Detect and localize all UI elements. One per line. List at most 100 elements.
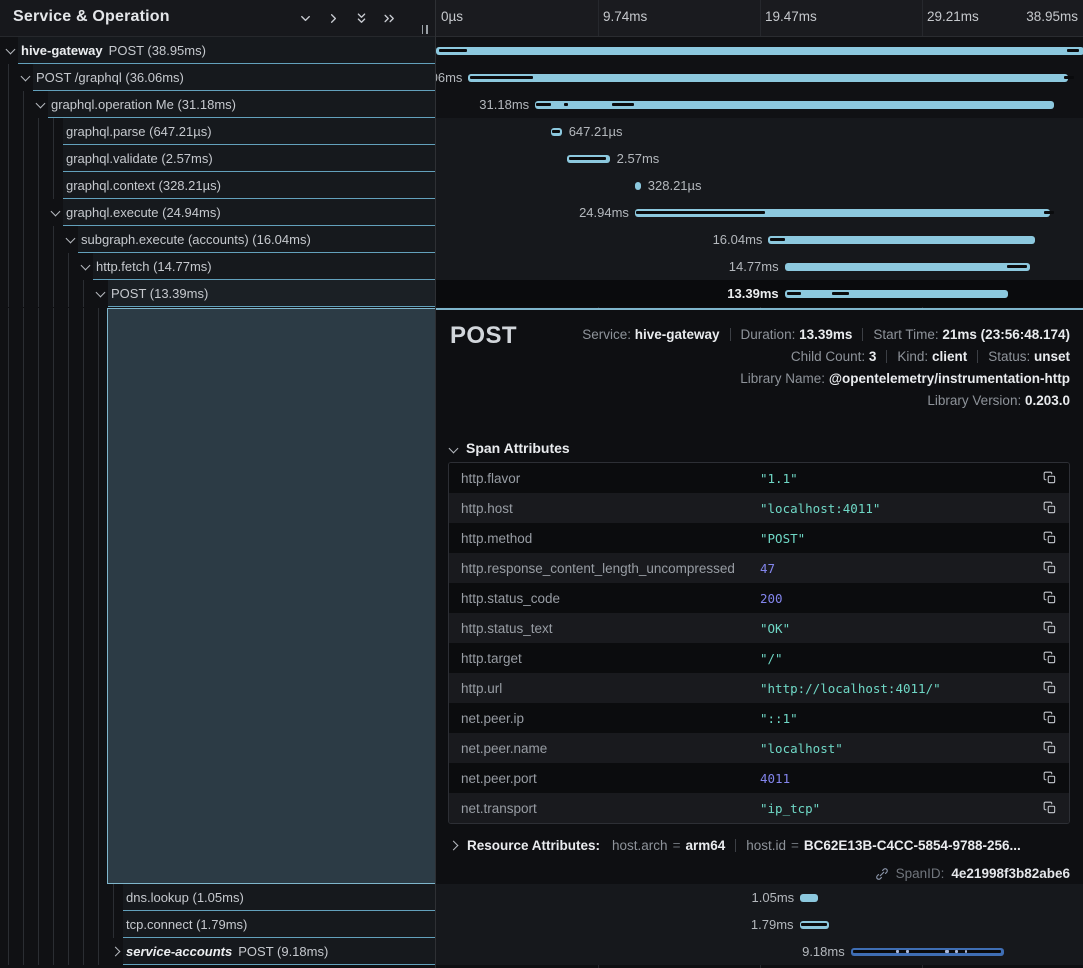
indent-guide <box>113 884 114 911</box>
expand-all-icon[interactable] <box>381 10 398 27</box>
gantt-row[interactable]: 14.77ms <box>436 253 1083 280</box>
copy-attribute-button[interactable] <box>1041 679 1059 697</box>
span-tree-row[interactable]: tcp.connect (1.79ms) <box>0 911 435 938</box>
span-tree-row[interactable]: service-accountsPOST (9.18ms) <box>0 938 435 965</box>
resource-attributes-row[interactable]: Resource Attributes: host.arch=arm64host… <box>450 838 1021 853</box>
span-bar[interactable] <box>768 236 1035 244</box>
collapse-one-icon[interactable] <box>297 10 314 27</box>
indent-guide <box>98 911 99 938</box>
copy-attribute-button[interactable] <box>1041 799 1059 817</box>
gantt-row[interactable]: 36.06ms <box>436 64 1083 91</box>
attribute-key: net.peer.ip <box>449 711 760 726</box>
span-tree-row[interactable]: POST (13.39ms) <box>0 280 435 307</box>
span-attributes-toggle[interactable]: Span Attributes <box>450 440 570 456</box>
span-self-time-segment <box>801 923 827 926</box>
span-duration-label: 2.57ms <box>617 145 660 172</box>
copy-attribute-button[interactable] <box>1041 559 1059 577</box>
expand-one-icon[interactable] <box>325 10 342 27</box>
span-duration-label: 24.94ms <box>579 199 629 226</box>
span-self-time-segment <box>564 103 568 106</box>
collapse-chevron-icon[interactable] <box>96 288 106 298</box>
copy-attribute-button[interactable] <box>1041 709 1059 727</box>
span-tree-row[interactable]: graphql.execute (24.94ms) <box>0 199 435 226</box>
span-tree-row[interactable]: graphql.operation Me (31.18ms) <box>0 91 435 118</box>
span-tree-row[interactable]: graphql.context (328.21µs) <box>0 172 435 199</box>
indent-guide <box>68 884 69 911</box>
indent-guide <box>38 145 39 172</box>
resource-attributes-label: Resource Attributes: <box>467 838 600 853</box>
gantt-area-top: 38.95ms36.06ms31.18ms647.21µs2.57ms328.2… <box>436 37 1083 308</box>
span-tree-row[interactable]: dns.lookup (1.05ms) <box>0 884 435 911</box>
copy-attribute-button[interactable] <box>1041 769 1059 787</box>
copy-attribute-button[interactable] <box>1041 499 1059 517</box>
span-bar[interactable] <box>468 74 1068 82</box>
span-tree-row[interactable]: graphql.parse (647.21µs) <box>0 118 435 145</box>
span-bar[interactable] <box>785 290 1008 298</box>
indent-guide <box>53 308 54 884</box>
gantt-row[interactable]: 1.79ms <box>436 911 1083 938</box>
gantt-row[interactable]: 24.94ms <box>436 199 1083 226</box>
collapse-chevron-icon[interactable] <box>66 234 76 244</box>
link-icon[interactable] <box>875 867 889 881</box>
gantt-row[interactable]: 328.21µs <box>436 172 1083 199</box>
copy-attribute-button[interactable] <box>1041 469 1059 487</box>
collapse-all-icon[interactable] <box>353 10 370 27</box>
span-label: POST (13.39ms) <box>111 286 208 301</box>
copy-attribute-button[interactable] <box>1041 529 1059 547</box>
meta-value: 0.203.0 <box>1025 393 1070 408</box>
expand-chevron-icon[interactable] <box>111 947 121 957</box>
panel-resize-handle[interactable] <box>422 25 428 34</box>
gantt-row[interactable]: 1.05ms <box>436 884 1083 911</box>
span-tree-row[interactable]: hive-gatewayPOST (38.95ms) <box>0 37 435 64</box>
indent-guide <box>68 938 69 965</box>
span-attributes-table: http.flavor"1.1" http.host"localhost:401… <box>448 462 1070 824</box>
collapse-chevron-icon[interactable] <box>6 45 16 55</box>
span-self-time-segment <box>1067 49 1080 52</box>
indent-guide <box>68 911 69 938</box>
span-bar[interactable] <box>785 263 1031 271</box>
gantt-row[interactable]: 2.57ms <box>436 145 1083 172</box>
child-span-marker <box>906 950 909 953</box>
span-self-time-segment <box>552 130 560 133</box>
span-tree-row[interactable]: subgraph.execute (accounts) (16.04ms) <box>0 226 435 253</box>
gantt-row[interactable]: 13.39ms <box>436 280 1083 307</box>
tree-panel-header: Service & Operation <box>0 0 435 37</box>
gantt-row[interactable]: 9.18ms <box>436 938 1083 965</box>
copy-attribute-button[interactable] <box>1041 589 1059 607</box>
collapse-chevron-icon[interactable] <box>81 261 91 271</box>
span-id-label: SpanID: <box>896 866 945 881</box>
indent-guide <box>8 64 9 91</box>
resource-value: arm64 <box>685 838 725 853</box>
span-self-time-segment <box>536 103 550 106</box>
gantt-area-bottom: 1.05ms1.79ms9.18ms <box>436 884 1083 968</box>
span-self-time-segment <box>569 157 605 160</box>
attribute-row: http.response_content_length_uncompresse… <box>449 553 1069 583</box>
copy-attribute-button[interactable] <box>1041 619 1059 637</box>
collapse-chevron-icon[interactable] <box>51 207 61 217</box>
span-self-time-segment <box>1044 211 1053 214</box>
indent-guide <box>38 253 39 280</box>
span-tree-row[interactable]: POST /graphql (36.06ms) <box>0 64 435 91</box>
span-tree-row[interactable]: http.fetch (14.77ms) <box>0 253 435 280</box>
copy-attribute-button[interactable] <box>1041 739 1059 757</box>
indent-guide <box>8 938 9 965</box>
gantt-row[interactable]: 16.04ms <box>436 226 1083 253</box>
chevron-down-icon <box>449 443 459 453</box>
gantt-row[interactable]: 38.95ms <box>436 37 1083 64</box>
meta-value: 13.39ms <box>799 327 852 342</box>
span-tree: hive-gatewayPOST (38.95ms)POST /graphql … <box>0 37 435 968</box>
gantt-row[interactable]: 647.21µs <box>436 118 1083 145</box>
span-tree-row[interactable]: graphql.validate (2.57ms) <box>0 145 435 172</box>
span-bar[interactable] <box>436 47 1083 55</box>
gantt-row[interactable]: 31.18ms <box>436 91 1083 118</box>
span-bar[interactable] <box>635 182 641 190</box>
span-bar[interactable] <box>800 894 817 902</box>
copy-attribute-button[interactable] <box>1041 649 1059 667</box>
collapse-chevron-icon[interactable] <box>36 99 46 109</box>
span-duration-label: 13.39ms <box>727 280 778 307</box>
indent-guide <box>8 172 9 199</box>
collapse-chevron-icon[interactable] <box>21 72 31 82</box>
indent-guide <box>23 199 24 226</box>
indent-guide <box>23 884 24 911</box>
indent-guide <box>23 253 24 280</box>
